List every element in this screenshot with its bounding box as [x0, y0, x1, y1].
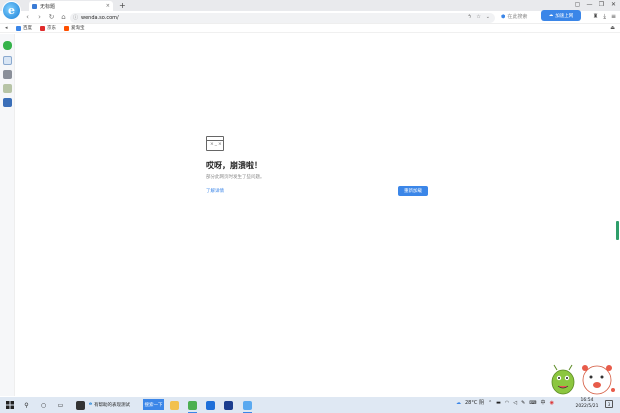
tab-close-icon[interactable]: ×	[106, 3, 110, 9]
tab-favicon-icon	[32, 3, 37, 9]
close-window-button[interactable]: ✕	[610, 1, 617, 8]
back-button[interactable]: ‹	[24, 13, 31, 22]
search-engine-icon: ⬢	[501, 13, 506, 20]
forward-button[interactable]: ›	[36, 13, 43, 22]
mascot-image[interactable]	[547, 360, 619, 398]
blue-app-icon[interactable]	[206, 400, 215, 410]
dropdown-icon[interactable]: ⌄	[486, 14, 490, 20]
weather-icon: ☁	[456, 399, 461, 406]
system-tray: ☁ 28°C 阴 ⌃ ▬ ◠ ◁ ✎ ⌨ 中 ◉	[456, 399, 554, 407]
search-icon[interactable]: ⚲	[22, 400, 31, 410]
search-box[interactable]: ⬢ 在此搜索	[501, 13, 528, 21]
tab-title: 无标题	[40, 3, 56, 10]
learn-more-link[interactable]: 了解详情	[206, 188, 224, 194]
crash-title: 哎呀，崩溃啦！	[206, 161, 262, 170]
bookmarks-bar: ◂ 百度 京东 爱淘宝 ⏏	[0, 24, 620, 33]
clock[interactable]: 16:54 2022/5/21	[574, 398, 600, 410]
cortana-icon[interactable]: ○	[39, 400, 48, 410]
browser-taskbar-icon[interactable]	[243, 400, 252, 410]
url-actions: ϟ ☆ ⌄	[468, 14, 490, 20]
minimize-button[interactable]: —	[586, 1, 593, 8]
url-text: wenda.so.com/	[81, 14, 119, 21]
wechat-icon[interactable]	[3, 41, 12, 50]
sidebar	[0, 34, 15, 396]
bookmark-label: 京东	[47, 26, 56, 31]
task-view-icon[interactable]: ▭	[56, 400, 65, 410]
lightning-icon[interactable]: ϟ	[468, 14, 471, 20]
volume-icon[interactable]: ◁	[513, 400, 517, 406]
new-tab-button[interactable]: +	[119, 1, 126, 10]
bookmark-favicon-icon	[16, 25, 21, 31]
calculator-icon[interactable]	[3, 70, 12, 79]
bookmark-favicon-icon	[64, 25, 69, 31]
tab-bar: 无标题 × + ▢ — ❐ ✕	[0, 0, 620, 11]
ime-icon[interactable]: 中	[541, 399, 546, 406]
bookmark-list: 百度 京东 爱淘宝	[16, 25, 85, 31]
notification-icon[interactable]: 3	[605, 400, 613, 408]
bookmarks-more-icon[interactable]: ⏏	[610, 25, 615, 31]
security-icon[interactable]: ◉	[550, 400, 554, 406]
window-extra-icon[interactable]: ▢	[574, 1, 581, 8]
clock-date: 2022/5/21	[575, 404, 599, 409]
app-icon-1[interactable]	[76, 400, 85, 410]
bookmark-item[interactable]: 爱淘宝	[64, 25, 85, 31]
tool-icons: ♜ ⤓ ≡	[593, 13, 616, 21]
pen-icon[interactable]: ✎	[521, 400, 525, 406]
cloud-accelerate-button[interactable]: ☁ 加速上网	[541, 10, 581, 21]
crash-subtitle: 部分此网页时发生了些问题。	[206, 175, 265, 180]
site-info-icon[interactable]: ⓘ	[73, 14, 78, 21]
crash-face-icon: ×_×	[206, 136, 224, 151]
download-icon[interactable]: ⤓	[603, 13, 606, 21]
monitor-icon[interactable]	[3, 98, 12, 107]
cloud-icon: ☁	[548, 13, 554, 18]
search-placeholder: 在此搜索	[507, 14, 528, 20]
tab-current[interactable]: 无标题 ×	[29, 1, 113, 11]
bookmark-item[interactable]: 百度	[16, 25, 32, 31]
nav-buttons: ‹ › ↻ ⌂	[24, 13, 67, 22]
url-input[interactable]: ⓘ wenda.so.com/ ϟ ☆ ⌄	[70, 12, 495, 23]
taskbar-search-button[interactable]: 搜索一下	[143, 399, 164, 410]
ie-icon: e	[89, 402, 93, 407]
green-app-icon[interactable]	[188, 400, 197, 410]
bookmark-label: 百度	[23, 26, 32, 31]
maximize-button[interactable]: ❐	[598, 1, 605, 8]
bookmarks-toggle-icon[interactable]: ◂	[5, 25, 8, 31]
browser-logo-icon[interactable]: e	[2, 1, 21, 20]
bookmark-label: 爱淘宝	[71, 26, 85, 31]
tray-up-icon[interactable]: ⌃	[488, 400, 492, 406]
weather-text[interactable]: 28°C 阴	[465, 399, 484, 406]
reload-button[interactable]: ↻	[48, 13, 55, 22]
window-controls: ▢ — ❐ ✕	[574, 1, 617, 8]
address-toolbar: ‹ › ↻ ⌂ ⓘ wenda.so.com/ ϟ ☆ ⌄ ⬢ 在此搜索 ♜ ⤓…	[0, 11, 620, 24]
menu-icon[interactable]: ≡	[611, 13, 616, 21]
bookmark-item[interactable]: 京东	[40, 25, 56, 31]
wifi-icon[interactable]: ◠	[505, 400, 509, 406]
bookmark-favicon-icon	[40, 25, 45, 31]
taskbar-task-browser[interactable]: e 有帮助的表现测试	[89, 399, 130, 410]
task-label: 有帮助的表现测试	[94, 402, 131, 408]
start-button[interactable]	[5, 400, 14, 410]
cloud-button-label: 加速上网	[555, 13, 574, 19]
battery-icon[interactable]: ▬	[496, 400, 501, 406]
taskbar: ⚲ ○ ▭ e 有帮助的表现测试 搜索一下 ☁ 28°C 阴 ⌃ ▬ ◠ ◁ ✎…	[0, 397, 620, 413]
crash-page: ×_× 哎呀，崩溃啦！ 部分此网页时发生了些问题。 了解详情 重新加载	[206, 136, 431, 196]
scrollbar-thumb[interactable]	[616, 221, 619, 240]
star-icon[interactable]: ☆	[476, 14, 480, 20]
brush-icon[interactable]	[3, 84, 12, 93]
document-icon[interactable]	[3, 56, 12, 65]
folder-icon[interactable]	[170, 400, 179, 410]
keyboard-icon[interactable]: ⌨	[529, 400, 536, 406]
extension-icon[interactable]: ♜	[593, 13, 598, 21]
chat-app-icon[interactable]	[224, 400, 233, 410]
reload-page-button[interactable]: 重新加载	[398, 186, 428, 196]
home-button[interactable]: ⌂	[60, 13, 67, 22]
